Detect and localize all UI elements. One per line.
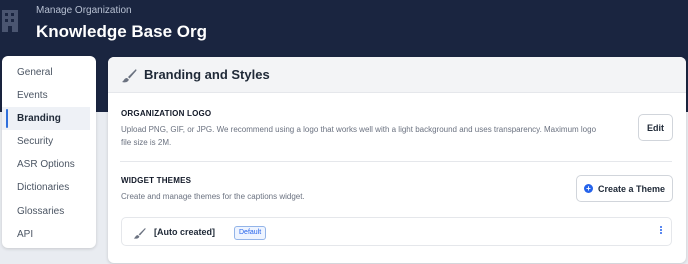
plus-circle-icon: +: [583, 184, 593, 193]
sidebar-item-asr-options[interactable]: ASR Options: [2, 153, 96, 176]
building-icon: [2, 10, 18, 32]
themes-section-label: WIDGET THEMES: [121, 176, 192, 185]
paintbrush-icon: [133, 227, 146, 239]
theme-name: [Auto created]: [154, 227, 216, 237]
edit-logo-button[interactable]: Edit: [638, 114, 673, 141]
theme-list-item[interactable]: [Auto created] Default: [121, 217, 672, 246]
logo-section-description: Upload PNG, GIF, or JPG. We recommend us…: [121, 125, 597, 147]
more-options-icon[interactable]: [657, 225, 665, 239]
settings-sidebar: General Events Branding Security ASR Opt…: [2, 56, 96, 248]
default-badge: Default: [234, 226, 267, 240]
create-theme-label: Create a Theme: [597, 183, 666, 194]
page-subtitle: Manage Organization: [36, 5, 132, 16]
themes-section-description: Create and manage themes for the caption…: [121, 192, 305, 201]
branding-panel: Branding and Styles ORGANIZATION LOGO Up…: [108, 57, 686, 263]
page-title: Knowledge Base Org: [36, 22, 207, 41]
panel-title: Branding and Styles: [144, 67, 270, 82]
sidebar-item-security[interactable]: Security: [2, 130, 96, 153]
sidebar-item-general[interactable]: General: [2, 61, 96, 84]
section-divider: [120, 161, 672, 162]
sidebar-item-api[interactable]: API: [2, 223, 96, 246]
sidebar-item-glossaries[interactable]: Glossaries: [2, 200, 96, 223]
sidebar-item-events[interactable]: Events: [2, 84, 96, 107]
sidebar-item-branding[interactable]: Branding: [2, 107, 90, 131]
panel-header: Branding and Styles: [108, 57, 686, 93]
logo-section-label: ORGANIZATION LOGO: [121, 109, 212, 118]
paintbrush-icon: [122, 69, 137, 83]
create-theme-button[interactable]: + Create a Theme: [576, 175, 673, 202]
sidebar-item-dictionaries[interactable]: Dictionaries: [2, 176, 96, 199]
